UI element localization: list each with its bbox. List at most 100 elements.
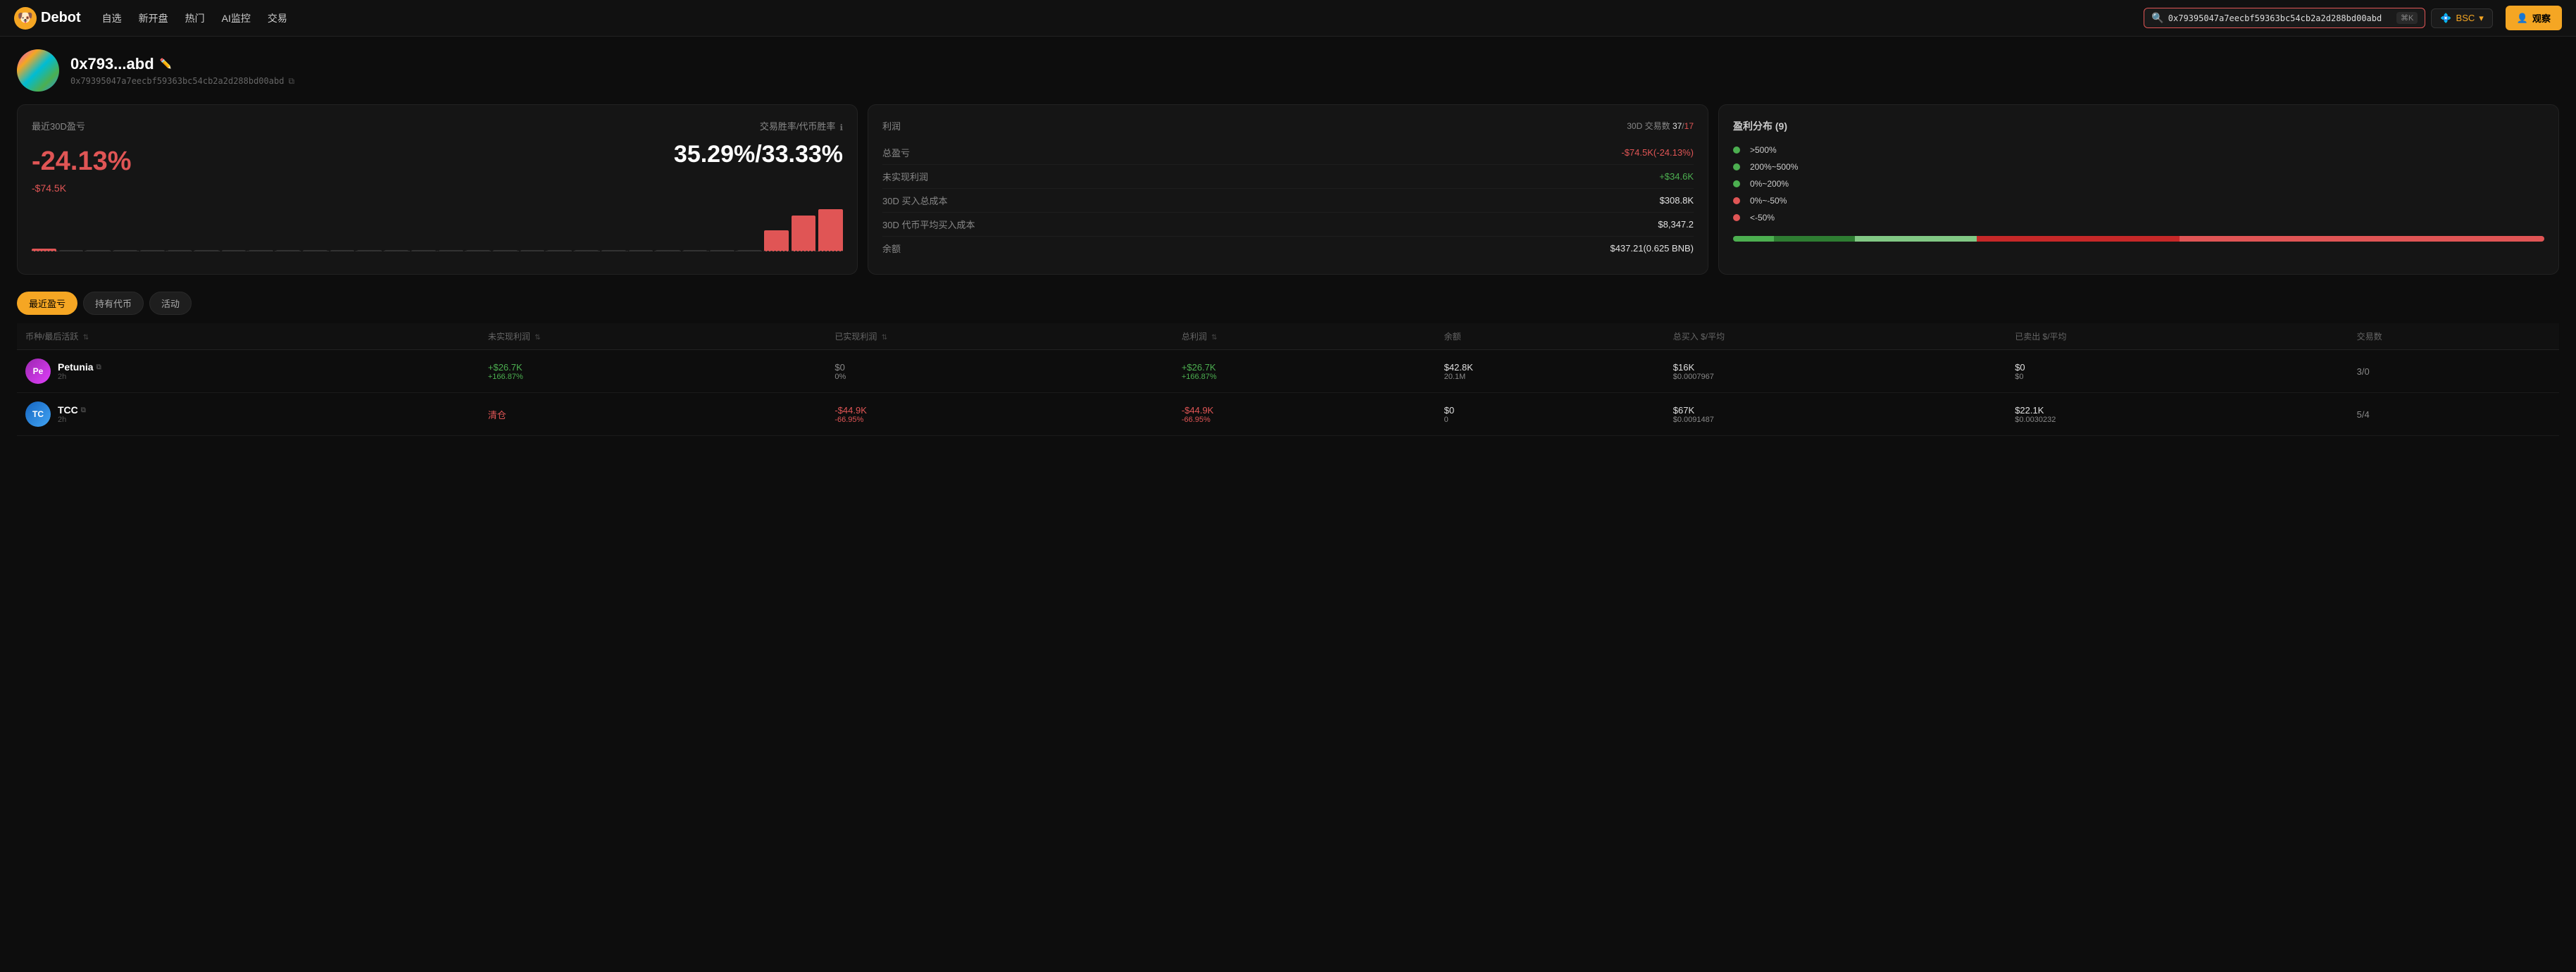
bar-13 [384,250,409,251]
dist-dot-1 [1733,147,1740,154]
distribution-bar [1733,236,2544,242]
copy-token-tcc-icon[interactable]: ⧉ [81,406,86,414]
dist-bar-seg-3 [1855,236,1977,242]
td-total-petunia: +$26.7K +166.87% [1173,350,1436,393]
profit-avg-cost-value: $8,347.2 [1658,219,1694,230]
td-trades-petunia: 3/0 [2349,350,2559,393]
tab-holding[interactable]: 持有代币 [83,292,144,315]
dist-bar-seg-5 [2180,236,2544,242]
token-name-tcc[interactable]: TCC ⧉ [58,404,86,416]
user-icon: 👤 [2517,13,2528,24]
th-sell: 已卖出 $/平均 [2006,323,2348,350]
network-label: BSC [2456,13,2475,23]
sub-loss-value: -$74.5K [32,182,132,194]
bar-23 [656,250,680,251]
bar-24 [683,250,708,251]
th-realized[interactable]: 已实现利润 ⇅ [826,323,1173,350]
table-header: 币种/最后活跃 ⇅ 未实现利润 ⇅ 已实现利润 ⇅ 总利润 ⇅ 余额 [17,323,2559,350]
tab-activity[interactable]: 活动 [149,292,192,315]
token-name-petunia[interactable]: Petunia ⧉ [58,361,101,373]
dist-row-5: <-50% [1733,209,2544,226]
nav-ai-monitor[interactable]: AI监控 [222,11,251,25]
bar-0 [32,249,56,251]
tab-recent-pnl[interactable]: 最近盈亏 [17,292,77,315]
search-shortcut: ⌘K [2396,12,2418,24]
token-time-petunia: 2h [58,373,101,381]
view-button[interactable]: 👤 观察 [2506,6,2562,30]
bar-4 [140,250,165,251]
sort-icon-total: ⇅ [1211,334,1217,342]
token-avatar-petunia: Pe [25,359,51,384]
profit-balance-value: $437.21(0.625 BNB) [1610,243,1694,254]
th-unrealized[interactable]: 未实现利润 ⇅ [480,323,826,350]
bar-9 [276,250,301,251]
th-balance: 余额 [1436,323,1665,350]
dist-row-2: 200%~500% [1733,158,2544,175]
profile-name: 0x793...abd ✏️ [70,55,294,73]
th-buy: 总买入 $/平均 [1665,323,2006,350]
nav-new-listing[interactable]: 新开盘 [139,11,168,25]
logo[interactable]: 🐶 Debot [14,7,81,30]
big-loss-value: -24.13% [32,147,132,177]
dist-row-3: 0%~200% [1733,175,2544,192]
bar-7 [222,250,246,251]
bar-5 [168,250,192,251]
bar-29 [818,209,843,251]
th-token[interactable]: 币种/最后活跃 ⇅ [17,323,480,350]
logo-icon: 🐶 [14,7,37,30]
dist-dot-5 [1733,214,1740,221]
dist-bar-seg-1 [1733,236,1774,242]
profit-rows: 总盈亏 -$74.5K(-24.13%) 未实现利润 +$34.6K 30D 买… [882,141,1694,260]
td-unrealized-petunia: +$26.7K +166.87% [480,350,826,393]
profit-card-header: 利润 30D 交易数 37/17 [882,119,1694,132]
bar-15 [439,250,463,251]
header: 🐶 Debot 自选 新开盘 热门 AI监控 交易 🔍 ⌘K 💠 BSC ▾ 👤… [0,0,2576,37]
bar-25 [710,250,734,251]
dist-bar-seg-2 [1774,236,1855,242]
nav-trade[interactable]: 交易 [268,11,287,25]
td-realized-petunia: $0 0% [826,350,1173,393]
td-realized-tcc: -$44.9K -66.95% [826,393,1173,436]
dist-row-1: >500% [1733,142,2544,158]
profit-total-value: -$74.5K(-24.13%) [1621,147,1694,158]
profile-address: 0x79395047a7eecbf59363bc54cb2a2d288bd00a… [70,76,294,87]
profit-row-avg-cost: 30D 代币平均买入成本 $8,347.2 [882,213,1694,237]
profile-info: 0x793...abd ✏️ 0x79395047a7eecbf59363bc5… [70,55,294,87]
table-body: Pe Petunia ⧉ 2h +$26.7K +166.87% [17,350,2559,436]
profit-row-buy-cost: 30D 买入总成本 $308.8K [882,189,1694,213]
sort-icon-unrealized: ⇅ [534,334,540,342]
profit-card: 利润 30D 交易数 37/17 总盈亏 -$74.5K(-24.13%) 未实… [868,104,1708,275]
nav-hot[interactable]: 热门 [185,11,205,25]
profit-buy-cost-value: $308.8K [1660,195,1694,206]
main-nav: 自选 新开盘 热门 AI监控 交易 [102,11,287,25]
td-balance-petunia: $42.8K 20.1M [1436,350,1665,393]
td-buy-petunia: $16K $0.0007967 [1665,350,2006,393]
stats-grid: 最近30D盈亏 交易胜率/代币胜率 ℹ -24.13% -$74.5K 35.2… [0,104,2576,286]
dist-bar-seg-4 [1977,236,2180,242]
dist-row-4: 0%~-50% [1733,192,2544,209]
dist-dot-3 [1733,180,1740,187]
win-rate-label: 交易胜率/代币胜率 [760,119,836,132]
bar-2 [86,250,111,251]
td-total-tcc: -$44.9K -66.95% [1173,393,1436,436]
search-input[interactable] [2168,13,2392,23]
bar-12 [357,250,382,251]
copy-token-icon[interactable]: ⧉ [96,363,101,371]
edit-icon[interactable]: ✏️ [160,58,172,70]
search-wrapper: 🔍 ⌘K 💠 BSC ▾ 👤 观察 [2144,6,2562,30]
tabs-row: 最近盈亏 持有代币 活动 [0,286,2576,323]
profit-row-unrealized: 未实现利润 +$34.6K [882,165,1694,189]
pnl-title: 最近30D盈亏 [32,119,85,132]
bar-18 [520,250,545,251]
win-rate-value: 35.29%/33.33% [674,141,843,168]
nav-favorites[interactable]: 自选 [102,11,122,25]
td-balance-tcc: $0 0 [1436,393,1665,436]
info-icon[interactable]: ℹ [839,123,843,132]
bar-1 [59,250,84,251]
copy-address-icon[interactable]: ⧉ [288,76,294,87]
network-selector[interactable]: 💠 BSC ▾ [2431,8,2492,28]
bar-26 [737,250,762,251]
td-token-tcc: TC TCC ⧉ 2h [17,393,480,436]
th-total[interactable]: 总利润 ⇅ [1173,323,1436,350]
bar-22 [629,250,654,251]
